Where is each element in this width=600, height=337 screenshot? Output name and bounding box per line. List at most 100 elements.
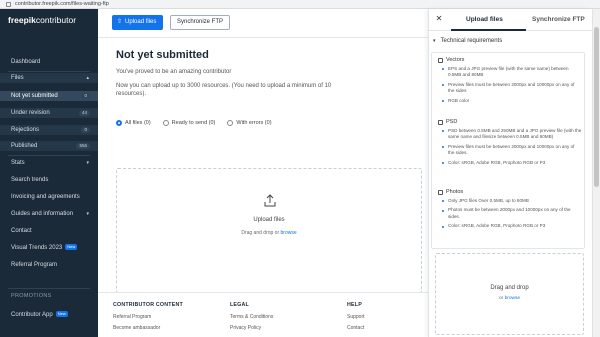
radio-unselected[interactable] [162, 120, 169, 126]
filter-label: Ready to send (0) [171, 120, 216, 126]
filter-with-errors[interactable]: With errors (0) [227, 120, 272, 126]
list-item: PSD between 0.5MB and 250MB and a JPG pr… [442, 128, 582, 141]
list-item: Color: sRGB, Adobe RGB, Prophoto RGB or … [442, 160, 582, 166]
sidebar-item-label: Rejections [11, 127, 40, 133]
panel-dropzone[interactable]: Drag and drop or browse [435, 253, 584, 335]
radio-selected[interactable] [116, 120, 122, 126]
sidebar-item-contributor-app[interactable]: Contributor App New [0, 310, 98, 320]
sidebar-item-files[interactable]: Files ▴ [0, 73, 98, 83]
page-description: Now you can upload up to 3000 resources.… [116, 83, 332, 97]
filter-all-files[interactable]: All files (0) [116, 120, 151, 126]
address-bar[interactable]: contributor.freepik.com/files-waiting-ft… [0, 0, 600, 9]
main-content: ⇧ Upload files Synchronize FTP Not yet su… [98, 9, 428, 337]
dropzone-text: Drag and drop or [241, 230, 280, 236]
tab-synchronize-ftp[interactable]: Synchronize FTP [532, 16, 585, 23]
sidebar-item-label: Contact [11, 228, 32, 234]
divider [8, 155, 90, 156]
list-item: Preview files must be between 2000px and… [442, 82, 582, 95]
active-tab-indicator [451, 29, 526, 31]
sidebar-item-label: Guides and information [11, 211, 74, 217]
upload-files-label: Upload files [125, 19, 157, 25]
close-icon[interactable]: ✕ [434, 14, 444, 23]
logo[interactable]: freepikcontributor [8, 15, 76, 25]
filter-ready-to-send[interactable]: Ready to send (0) [162, 120, 216, 126]
requirements-group-photos: Photos [438, 189, 463, 195]
filter-label: All files (0) [125, 120, 151, 126]
scrollbar[interactable] [592, 9, 600, 337]
footer-column-contributor-content: CONTRIBUTOR CONTENT Referral Program Bec… [113, 302, 183, 336]
footer-column-help: HELP Support Contact [347, 302, 365, 336]
new-badge: New [65, 244, 78, 250]
footer-heading: HELP [347, 302, 362, 308]
chevron-down-icon: ▾ [433, 38, 436, 44]
requirements-items: EPS and a JPG preview file (with the sam… [442, 66, 582, 107]
chevron-up-icon: ▴ [86, 75, 89, 81]
sidebar-item-label: Contributor App [11, 312, 53, 318]
upload-dropzone[interactable]: Upload files Drag and drop or browse [116, 168, 422, 293]
footer-link-contact[interactable]: Contact [347, 325, 365, 331]
panel-dropzone-subtitle: or browse [436, 296, 583, 301]
footer-column-legal: LEGAL Terms & Conditions Privacy Policy [230, 302, 273, 336]
list-item: Color: sRGB, Adobe RGB, Prophoto RGB or … [442, 223, 582, 229]
dropzone-subtitle: Drag and drop or browse [117, 230, 421, 236]
sidebar-item-label: Referral Program [11, 262, 58, 268]
file-icon [438, 57, 443, 63]
sidebar-item-published[interactable]: Published 556 [0, 141, 98, 151]
requirements-title: Technical requirements [440, 38, 503, 44]
sidebar-item-guides[interactable]: Guides and information ▾ [0, 209, 98, 219]
filter-label: With errors (0) [236, 120, 272, 126]
sidebar-item-label: Invoicing and agreements [11, 194, 80, 200]
sidebar-item-not-yet-submitted[interactable]: Not yet submitted 0 [0, 91, 98, 101]
or-text: or [498, 296, 504, 301]
footer: CONTRIBUTOR CONTENT Referral Program Bec… [98, 292, 428, 337]
footer-heading: CONTRIBUTOR CONTENT [113, 302, 183, 308]
requirements-group-psd: PSD [438, 119, 457, 125]
list-item: Only JPG files Over 0.5MB, up to 80MB [442, 198, 582, 204]
new-badge: New [55, 311, 68, 317]
technical-requirements-toggle[interactable]: ▾ Technical requirements [433, 35, 589, 47]
sidebar-item-label: Not yet submitted [11, 93, 58, 99]
dropzone-title: Upload files [253, 217, 285, 223]
sidebar-item-under-revision[interactable]: Under revision 44 [0, 108, 98, 118]
upload-files-button[interactable]: ⇧ Upload files [112, 15, 164, 30]
sidebar-item-dashboard[interactable]: Dashboard [0, 57, 98, 67]
footer-link-referral[interactable]: Referral Program [113, 314, 183, 320]
list-item: EPS and a JPG preview file (with the sam… [442, 66, 582, 79]
footer-link-ambassador[interactable]: Become ambassador [113, 325, 183, 331]
upload-icon: ⇧ [117, 19, 123, 25]
footer-link-terms[interactable]: Terms & Conditions [230, 314, 273, 320]
divider [8, 71, 90, 72]
browse-link[interactable]: browse [505, 296, 520, 301]
list-item: Preview files must be between 2000px and… [442, 144, 582, 157]
image-icon [438, 189, 443, 195]
footer-link-support[interactable]: Support [347, 314, 365, 320]
file-filters: All files (0) Ready to send (0) With err… [116, 120, 272, 126]
sidebar-item-contact[interactable]: Contact [0, 226, 98, 236]
upload-icon [264, 194, 276, 207]
sidebar-item-label: Files [11, 75, 24, 81]
synchronize-ftp-button[interactable]: Synchronize FTP [170, 15, 231, 30]
sidebar-item-label: Visual Trends 2023 [11, 245, 63, 251]
scrollbar-thumb[interactable] [594, 27, 599, 187]
sidebar-item-label: Under revision [11, 110, 50, 116]
logo-product: contributor [35, 15, 77, 25]
promotions-label: PROMOTIONS [11, 293, 52, 299]
divider [98, 37, 428, 38]
sidebar-item-stats[interactable]: Stats ▾ [0, 158, 98, 168]
divider [8, 288, 90, 289]
tab-upload-files[interactable]: Upload files [466, 16, 503, 23]
sidebar-item-visual-trends[interactable]: Visual Trends 2023 New [0, 243, 98, 253]
url-text[interactable]: contributor.freepik.com/files-waiting-ft… [15, 0, 109, 9]
group-title: PSD [446, 119, 458, 125]
count-badge: 556 [76, 143, 90, 149]
browse-link[interactable]: browse [281, 230, 297, 236]
sidebar-item-referral-program[interactable]: Referral Program [0, 260, 98, 270]
footer-link-privacy[interactable]: Privacy Policy [230, 325, 273, 331]
sidebar-item-invoicing[interactable]: Invoicing and agreements [0, 192, 98, 202]
sidebar-item-rejections[interactable]: Rejections 0 [0, 125, 98, 135]
sidebar-item-label: Stats [11, 160, 25, 166]
lock-icon [6, 1, 11, 7]
count-badge: 0 [81, 127, 90, 133]
radio-unselected[interactable] [227, 120, 234, 126]
sidebar-item-search-trends[interactable]: Search trends [0, 175, 98, 185]
